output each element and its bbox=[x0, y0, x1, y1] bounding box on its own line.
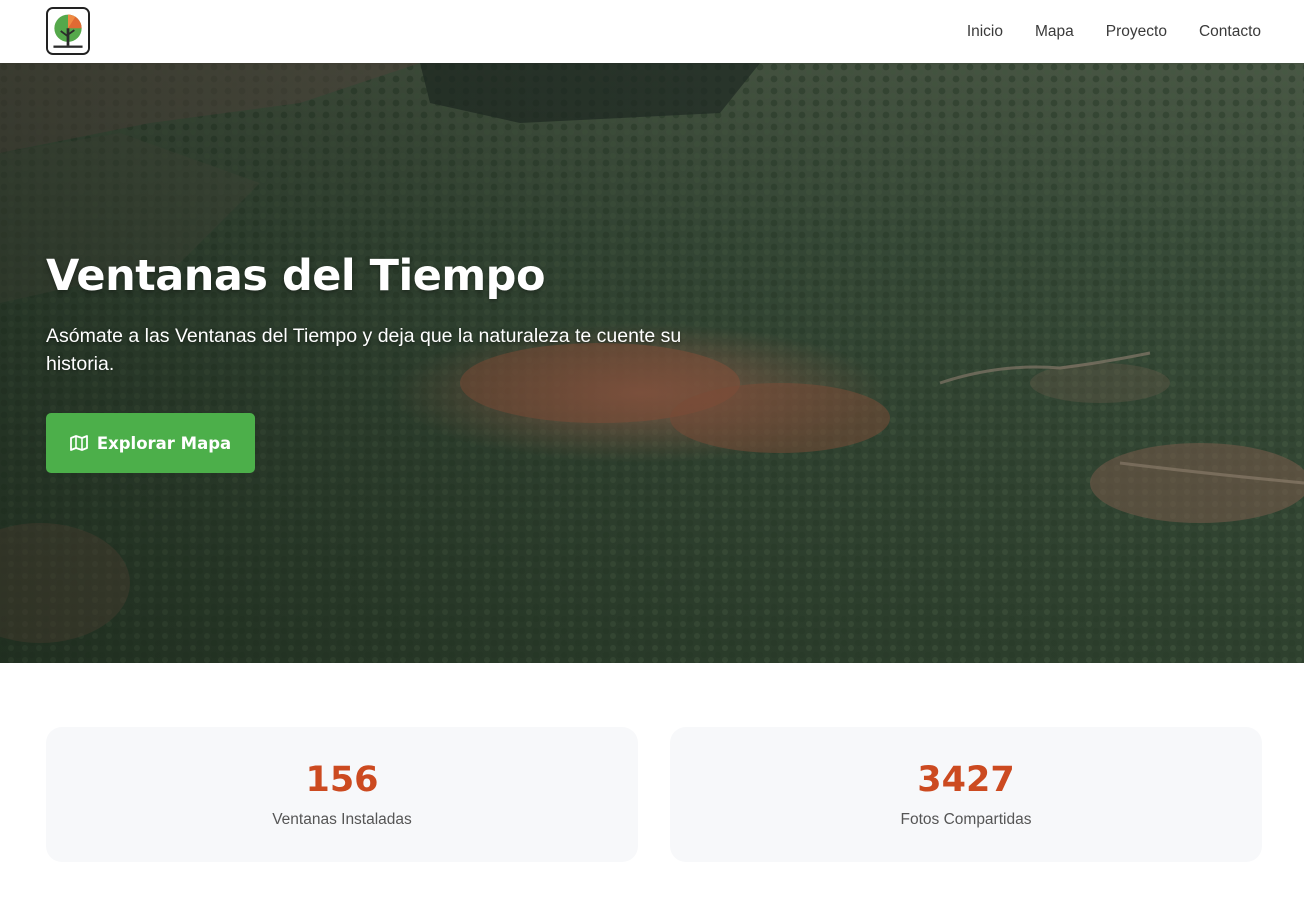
hero-title: Ventanas del Tiempo bbox=[46, 251, 545, 301]
map-icon bbox=[69, 435, 88, 451]
stat-card-photos: 3427 Fotos Compartidas bbox=[670, 727, 1262, 862]
stat-label-windows: Ventanas Instaladas bbox=[272, 811, 412, 828]
stat-label-photos: Fotos Compartidas bbox=[900, 811, 1032, 828]
nav-link-proyecto[interactable]: Proyecto bbox=[1106, 23, 1167, 41]
stat-value-windows: 156 bbox=[305, 760, 379, 800]
tree-logo-icon[interactable] bbox=[46, 7, 90, 55]
explore-map-button[interactable]: Explorar Mapa bbox=[46, 413, 255, 473]
main-nav: Inicio Mapa Proyecto Contacto bbox=[935, 0, 1261, 63]
hero-section: Ventanas del Tiempo Asómate a las Ventan… bbox=[0, 63, 1304, 663]
hero-content: Ventanas del Tiempo Asómate a las Ventan… bbox=[46, 251, 746, 473]
hero-subtitle: Asómate a las Ventanas del Tiempo y deja… bbox=[46, 325, 682, 376]
nav-link-mapa[interactable]: Mapa bbox=[1035, 23, 1074, 41]
stats-section: 156 Ventanas Instaladas 3427 Fotos Compa… bbox=[46, 727, 1262, 862]
stat-value-photos: 3427 bbox=[917, 760, 1015, 800]
explore-map-label: Explorar Mapa bbox=[96, 433, 232, 453]
stat-card-windows: 156 Ventanas Instaladas bbox=[46, 727, 638, 862]
nav-link-inicio[interactable]: Inicio bbox=[967, 23, 1003, 41]
nav-link-contacto[interactable]: Contacto bbox=[1199, 23, 1261, 41]
site-header: Inicio Mapa Proyecto Contacto bbox=[0, 0, 1304, 63]
